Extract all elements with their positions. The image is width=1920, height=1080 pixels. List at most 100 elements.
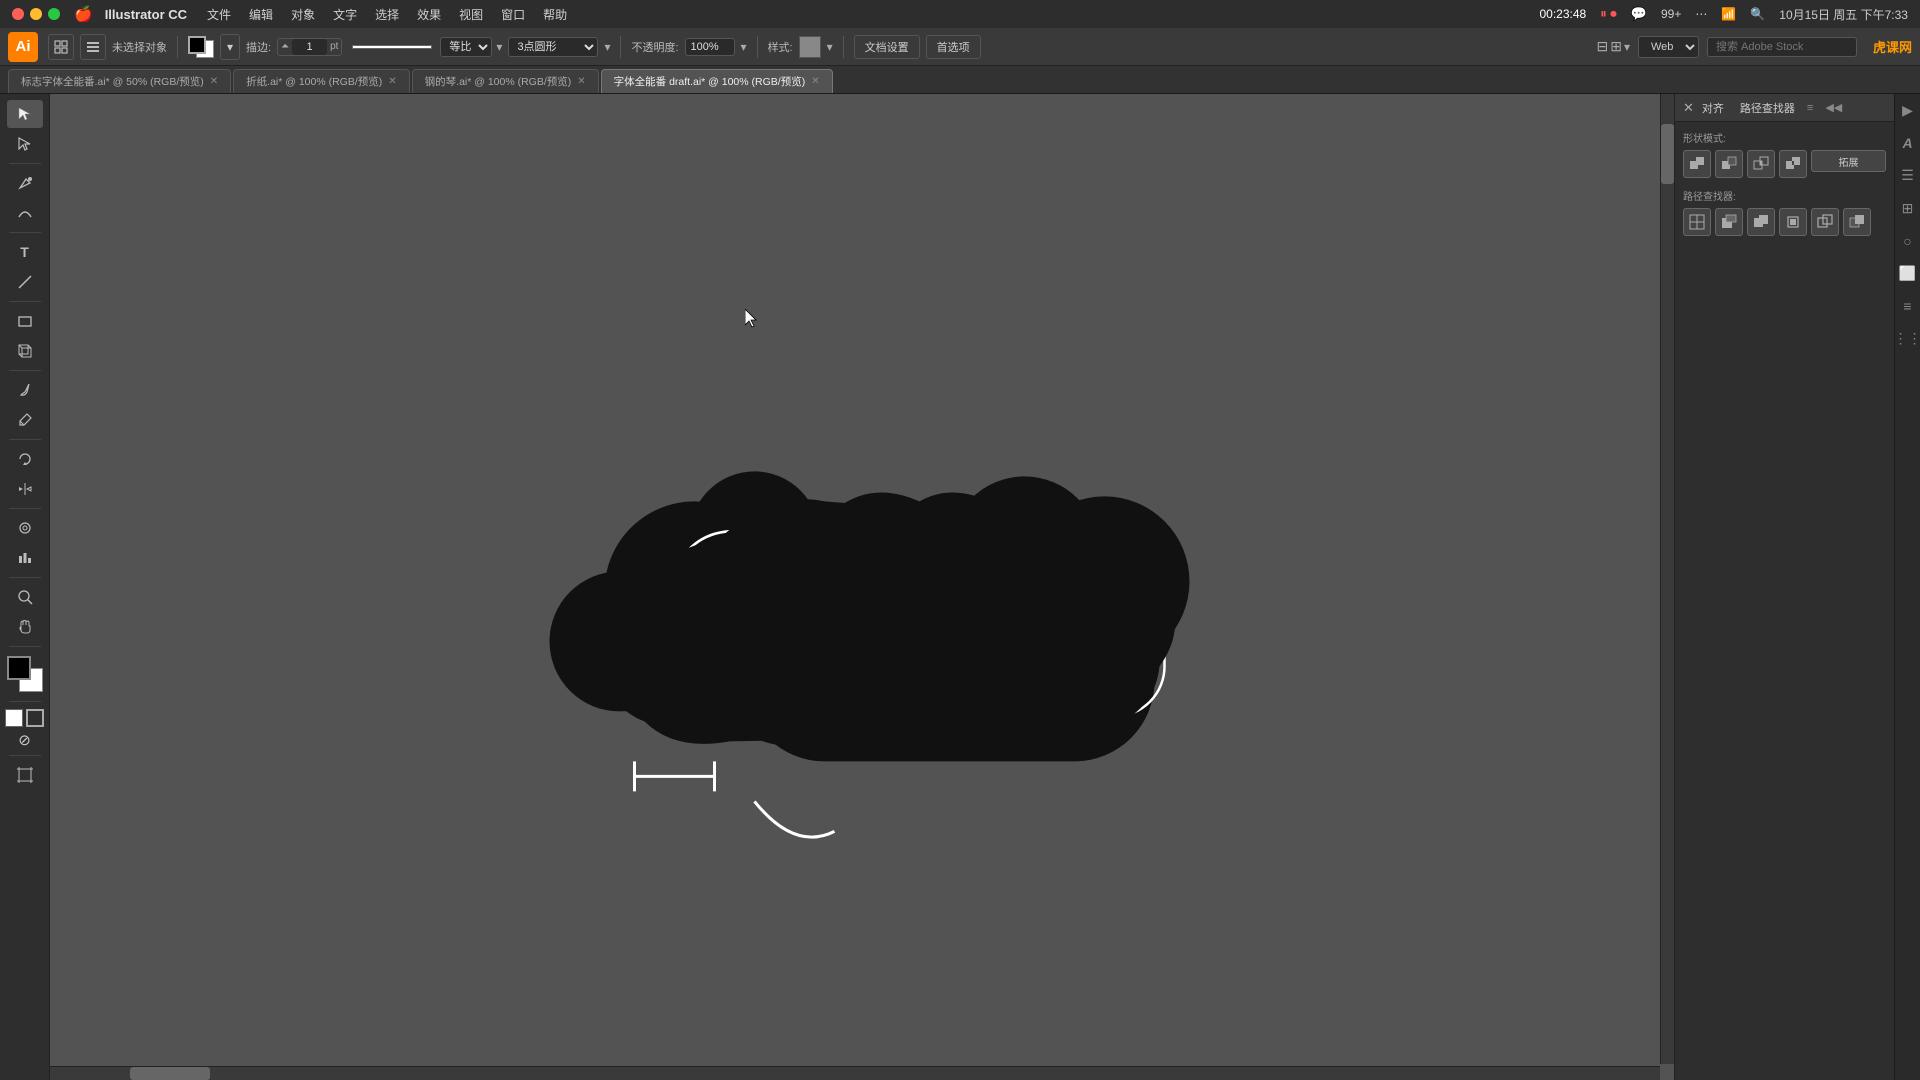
menu-window[interactable]: 窗口 xyxy=(501,6,525,23)
menu-file[interactable]: 文件 xyxy=(207,6,231,23)
pf-crop-btn[interactable] xyxy=(1779,208,1807,236)
opacity-input[interactable] xyxy=(685,38,735,56)
vertical-scrollbar[interactable] xyxy=(1660,94,1674,1064)
warp-tool[interactable] xyxy=(7,514,43,542)
stroke-mode-btn[interactable] xyxy=(26,709,44,727)
artboard-tool[interactable] xyxy=(7,761,43,789)
menu-object[interactable]: 对象 xyxy=(291,6,315,23)
opacity-arrow[interactable]: ▾ xyxy=(741,40,747,54)
preferences-button[interactable]: 首选项 xyxy=(926,35,981,59)
menu-text[interactable]: 文字 xyxy=(333,6,357,23)
bar-graph-tool[interactable] xyxy=(7,544,43,572)
pf-minus-back-btn[interactable] xyxy=(1843,208,1871,236)
rotate-tool[interactable] xyxy=(7,445,43,473)
paintbrush-tool[interactable] xyxy=(7,376,43,404)
tab-1-close[interactable]: ✕ xyxy=(388,76,396,87)
doc-settings-button[interactable]: 文档设置 xyxy=(854,35,920,59)
zoom-tool[interactable] xyxy=(7,583,43,611)
curvature-tool[interactable] xyxy=(7,199,43,227)
panel-expand-icon[interactable]: ≡ xyxy=(1807,102,1813,114)
rs-symbol-icon[interactable]: ⋮⋮ xyxy=(1894,330,1920,347)
maximize-button[interactable] xyxy=(48,8,60,20)
battery-label: 99+ xyxy=(1661,7,1681,21)
search-icon[interactable]: 🔍 xyxy=(1750,7,1765,21)
direct-selection-tool[interactable] xyxy=(7,130,43,158)
shape-minus-btn[interactable] xyxy=(1715,150,1743,178)
shape-exclude-btn[interactable] xyxy=(1779,150,1807,178)
stroke-type-arrow[interactable]: ▾ xyxy=(604,40,610,54)
apple-icon[interactable]: 🍎 xyxy=(74,5,93,23)
tab-3-close[interactable]: ✕ xyxy=(811,76,819,87)
menu-select[interactable]: 选择 xyxy=(375,6,399,23)
close-button[interactable] xyxy=(12,8,24,20)
selection-tool[interactable] xyxy=(7,100,43,128)
align-icon1[interactable]: ⊟ xyxy=(1596,38,1608,55)
panel-collapse-icon[interactable]: ◀◀ xyxy=(1825,101,1842,114)
stroke-style-select[interactable]: 等比 xyxy=(440,37,492,57)
tab-0[interactable]: 标志字体全能番.ai* @ 50% (RGB/预览) ✕ xyxy=(8,69,231,93)
menu-edit[interactable]: 编辑 xyxy=(249,6,273,23)
bluetooth-icon: ⋯ xyxy=(1695,7,1707,21)
shape-intersect-btn[interactable] xyxy=(1747,150,1775,178)
tab-3-label: 字体全能番 draft.ai* @ 100% (RGB/预览) xyxy=(614,74,806,89)
foreground-color[interactable] xyxy=(7,656,31,680)
tab-3[interactable]: 字体全能番 draft.ai* @ 100% (RGB/预览) ✕ xyxy=(601,69,833,93)
menu-help[interactable]: 帮助 xyxy=(543,6,567,23)
rs-brush-icon[interactable]: ≡ xyxy=(1903,298,1911,314)
pencil-tool[interactable] xyxy=(7,406,43,434)
3d-icon[interactable] xyxy=(7,337,43,365)
record-icon: ⏸ ⏺ xyxy=(1600,6,1617,22)
app-name: Illustrator CC xyxy=(105,7,187,22)
rs-type-icon[interactable]: A xyxy=(1902,135,1912,151)
tab-1[interactable]: 折纸.ai* @ 100% (RGB/预览) ✕ xyxy=(233,69,410,93)
align-icon2[interactable]: ⊞ xyxy=(1610,38,1622,55)
rs-circle-icon[interactable]: ○ xyxy=(1903,233,1911,249)
vscroll-thumb[interactable] xyxy=(1661,124,1674,184)
canvas-area[interactable] xyxy=(50,94,1674,1080)
reflect-tool[interactable] xyxy=(7,475,43,503)
shape-modes-row: 拓展 xyxy=(1683,150,1886,178)
search-input[interactable] xyxy=(1707,37,1857,57)
panel-close-icon[interactable]: ✕ xyxy=(1683,100,1694,116)
menu-bar: 文件 编辑 对象 文字 选择 效果 视图 窗口 帮助 xyxy=(207,6,567,23)
tab-2[interactable]: 钢的琴.ai* @ 100% (RGB/预览) ✕ xyxy=(412,69,599,93)
rs-transform-icon[interactable]: ⊞ xyxy=(1902,200,1914,217)
pf-merge-btn[interactable] xyxy=(1747,208,1775,236)
pf-divide-btn[interactable] xyxy=(1683,208,1711,236)
tool-options-icon1[interactable] xyxy=(48,34,74,60)
horizontal-scrollbar[interactable] xyxy=(50,1066,1660,1080)
panel-title-align[interactable]: 对齐 xyxy=(1702,100,1724,116)
shape-unite-btn[interactable] xyxy=(1683,150,1711,178)
type-tool[interactable]: T xyxy=(7,238,43,266)
panel-title-pathfinder[interactable]: 路径查找器 xyxy=(1740,100,1795,116)
tool-options-icon2[interactable] xyxy=(80,34,106,60)
rectangle-tool[interactable] xyxy=(7,307,43,335)
workspace-select[interactable]: Web xyxy=(1638,36,1699,58)
menu-effect[interactable]: 效果 xyxy=(417,6,441,23)
hscroll-thumb[interactable] xyxy=(130,1067,210,1080)
fill-color-box[interactable] xyxy=(188,36,206,54)
color-selector[interactable] xyxy=(7,656,43,692)
rs-play-icon[interactable]: ▶ xyxy=(1902,102,1913,119)
align-arrow[interactable]: ▾ xyxy=(1624,40,1630,54)
stroke-up-arrow[interactable]: ⏶ xyxy=(278,41,292,52)
shape-expand-btn[interactable]: 拓展 xyxy=(1811,150,1886,172)
hand-tool[interactable] xyxy=(7,613,43,641)
fill-mode-btn[interactable] xyxy=(5,709,23,727)
stroke-type-select[interactable]: 3点圆形 xyxy=(508,37,598,57)
tab-0-close[interactable]: ✕ xyxy=(210,76,218,87)
rs-appearance-icon[interactable]: ⬜ xyxy=(1899,265,1916,282)
pf-trim-btn[interactable] xyxy=(1715,208,1743,236)
style-color-box[interactable] xyxy=(799,36,821,58)
stroke-arrow-icon[interactable]: ▾ xyxy=(220,34,240,60)
pen-tool[interactable] xyxy=(7,169,43,197)
stroke-value-input[interactable] xyxy=(292,39,327,55)
tab-2-close[interactable]: ✕ xyxy=(577,76,585,87)
pf-outline-btn[interactable] xyxy=(1811,208,1839,236)
style-arrow[interactable]: ▾ xyxy=(827,40,833,54)
rs-align-icon[interactable]: ☰ xyxy=(1901,167,1914,184)
menu-view[interactable]: 视图 xyxy=(459,6,483,23)
minimize-button[interactable] xyxy=(30,8,42,20)
line-tool[interactable] xyxy=(7,268,43,296)
stroke-down-arrow[interactable]: ▾ xyxy=(496,40,502,54)
